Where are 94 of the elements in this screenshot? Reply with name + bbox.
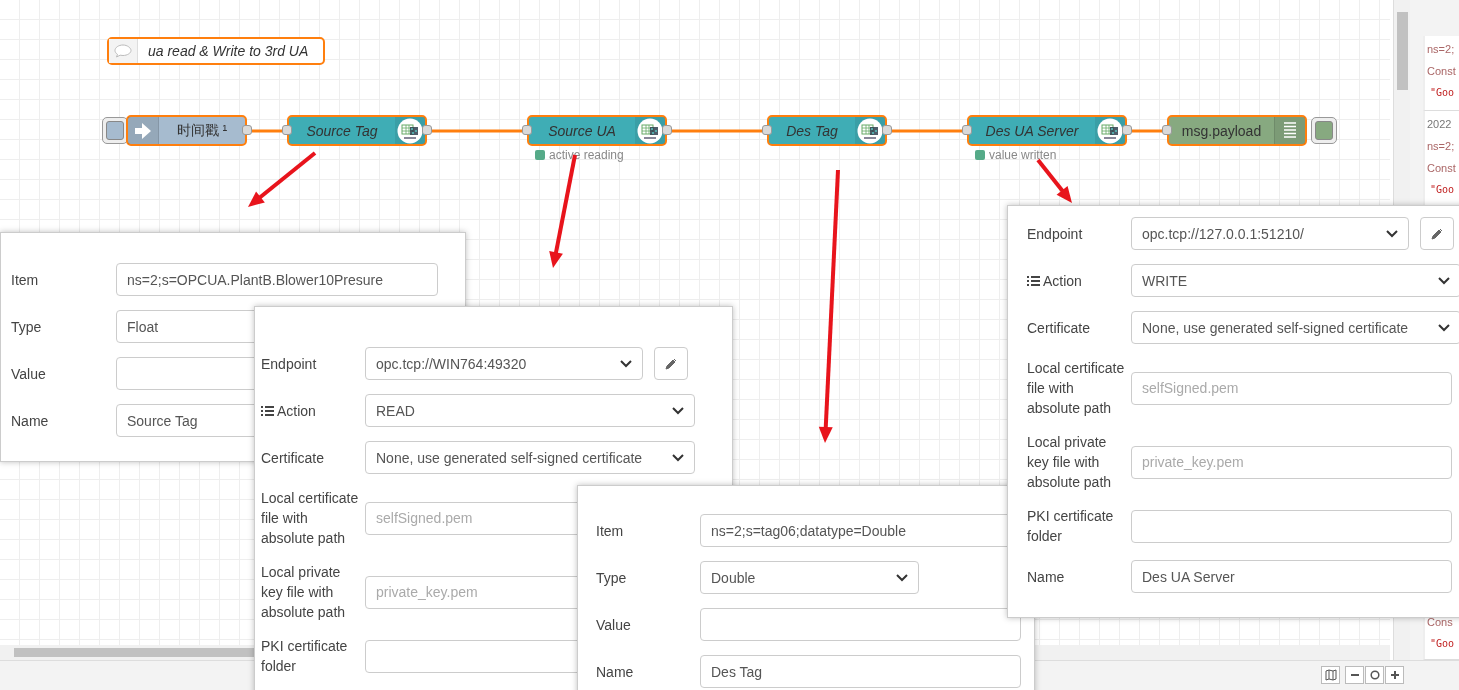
arrow-in-icon — [134, 120, 152, 141]
field-label: PKI certificate folder — [261, 637, 349, 676]
status-text: value written — [989, 148, 1057, 162]
list-icon — [261, 405, 274, 416]
status-text: active reading — [549, 148, 624, 162]
select-field[interactable]: READ — [365, 394, 695, 427]
field-label: Endpoint — [1027, 224, 1083, 244]
opc-ua-logo-icon — [857, 117, 883, 144]
input-port[interactable] — [962, 125, 972, 135]
input-field[interactable]: Des UA Server — [1131, 560, 1452, 593]
select-field[interactable]: opc.tcp://WIN764:49320 — [365, 347, 643, 380]
input-port[interactable] — [522, 125, 532, 135]
message-type: Const — [1427, 161, 1456, 176]
input-field[interactable] — [1131, 509, 1452, 543]
input-port[interactable] — [762, 125, 772, 135]
plus-icon — [1389, 670, 1400, 680]
wire — [252, 129, 282, 133]
field-label: Name — [11, 411, 49, 431]
input-field[interactable]: ns=2;s=OPCUA.PlantB.Blower10Presure — [116, 263, 438, 296]
flow-node[interactable]: Des UA Server — [967, 115, 1127, 146]
pencil-icon — [1431, 227, 1443, 240]
chevron-down-icon — [1438, 323, 1450, 332]
input-port[interactable] — [282, 125, 292, 135]
edit-button[interactable] — [654, 347, 688, 380]
message-value: "Goo — [1429, 637, 1455, 651]
field-label: PKI certificate folder — [1027, 507, 1115, 546]
field-label: Name — [1027, 567, 1065, 587]
field-label: Value — [11, 364, 46, 384]
chevron-down-icon — [672, 406, 684, 415]
pointer-arrow — [1036, 158, 1072, 203]
debug-toggle-button[interactable] — [1311, 117, 1337, 144]
field-label: Item — [11, 270, 39, 290]
select-field[interactable]: None, use generated self-signed certificate — [365, 441, 695, 474]
field-label: Name — [596, 662, 634, 682]
pencil-icon — [665, 357, 677, 370]
field-label: Value — [596, 615, 631, 635]
zoom-out-button[interactable] — [1345, 666, 1364, 684]
flow-node[interactable]: Source UA — [527, 115, 667, 146]
output-port[interactable] — [242, 125, 252, 135]
circle-icon — [1369, 670, 1380, 680]
opc-ua-logo-icon — [1097, 117, 1123, 144]
chevron-down-icon — [1386, 229, 1398, 238]
field-label: Endpoint — [261, 354, 317, 374]
field-label: Local private key file with absolute path — [1027, 433, 1113, 492]
field-label: Local certificate file with absolute path — [1027, 359, 1126, 418]
input-field[interactable]: Des Tag — [700, 655, 1021, 688]
inject-button[interactable] — [102, 117, 128, 144]
input-field[interactable] — [700, 608, 1021, 641]
list-icon — [1284, 121, 1296, 140]
output-port[interactable] — [662, 125, 672, 135]
message-value: "Goo — [1429, 86, 1455, 100]
wire — [1132, 129, 1162, 133]
select-field[interactable]: opc.tcp://127.0.0.1:51210/ — [1131, 217, 1409, 250]
comment-node[interactable]: ua read & Write to 3rd UA — [107, 37, 325, 65]
select-field[interactable]: Double — [700, 561, 919, 594]
field-label: Action — [277, 401, 316, 421]
map-icon — [1324, 669, 1337, 681]
message-topic: ns=2; — [1427, 139, 1455, 154]
field-label: Certificate — [1027, 318, 1091, 338]
list-icon — [1027, 275, 1040, 286]
opc-ua-logo-icon — [397, 117, 423, 144]
zoom-reset-button[interactable] — [1365, 666, 1384, 684]
edit-button[interactable] — [1420, 217, 1454, 250]
flow-node[interactable]: Des Tag — [767, 115, 887, 146]
message-date: 2022 — [1427, 117, 1452, 132]
speech-bubble-icon — [114, 44, 132, 58]
zoom-in-button[interactable] — [1385, 666, 1404, 684]
output-port[interactable] — [1122, 125, 1132, 135]
comment-text: ua read & Write to 3rd UA — [147, 43, 309, 59]
field-label: Action — [1043, 271, 1082, 291]
field-label: Local private key file with absolute path — [261, 563, 347, 622]
message-type: Cons — [1427, 615, 1453, 630]
input-port[interactable] — [1162, 125, 1172, 135]
field-label: Local certificate file with absolute path — [261, 489, 360, 548]
chevron-down-icon — [896, 573, 908, 582]
field-label: Type — [11, 317, 42, 337]
message-value: "Goo — [1429, 183, 1455, 197]
field-label: Certificate — [261, 448, 325, 468]
output-port[interactable] — [422, 125, 432, 135]
map-button[interactable] — [1321, 666, 1340, 684]
select-field[interactable]: None, use generated self-signed certificate — [1131, 311, 1459, 344]
chevron-down-icon — [1438, 276, 1450, 285]
select-field[interactable]: WRITE — [1131, 264, 1459, 297]
chevron-down-icon — [620, 359, 632, 368]
output-port[interactable] — [882, 125, 892, 135]
flow-node[interactable]: Source Tag — [287, 115, 427, 146]
opc-ua-logo-icon — [637, 117, 663, 144]
message-topic: ns=2; — [1427, 42, 1455, 57]
wire — [892, 129, 962, 133]
message-type: Const — [1427, 64, 1456, 79]
pointer-arrow — [248, 151, 317, 207]
flow-node[interactable]: 时间戳 ¹ — [126, 115, 247, 146]
chevron-down-icon — [672, 453, 684, 462]
flow-node[interactable]: msg.payload — [1167, 115, 1307, 146]
